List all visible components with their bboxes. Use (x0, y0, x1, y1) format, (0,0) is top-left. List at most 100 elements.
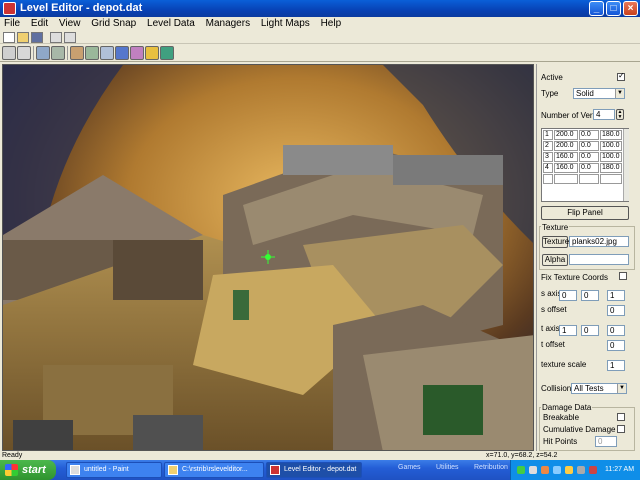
lightmap-tool-icon[interactable] (145, 46, 159, 60)
entity-tool-icon[interactable] (51, 46, 65, 60)
tray-icon[interactable] (517, 466, 525, 474)
hit-points-field[interactable]: 0 (595, 436, 617, 447)
cumulative-checkbox[interactable] (617, 425, 625, 433)
start-button[interactable]: start (0, 460, 56, 480)
close-button[interactable]: × (623, 1, 638, 16)
vert-x[interactable]: 160.0 (554, 152, 578, 162)
texture-field[interactable]: planks02.jpg (569, 236, 629, 247)
t-axis-x[interactable]: 1 (559, 325, 577, 336)
paint-tool-icon[interactable] (130, 46, 144, 60)
vert-x[interactable]: 200.0 (554, 141, 578, 151)
vert-x[interactable]: 160.0 (554, 163, 578, 173)
vert-y[interactable]: 0.0 (579, 141, 599, 151)
vert-x-empty[interactable] (554, 174, 578, 184)
collisions-select[interactable]: All Tests ▼ (571, 383, 627, 394)
menu-view[interactable]: View (55, 17, 85, 31)
task-folder[interactable]: C:\rstrib\rslevelditor... (164, 462, 264, 478)
num-verts-spinner[interactable]: ▲ ▼ (616, 109, 624, 120)
title-bar[interactable]: Level Editor - depot.dat _ □ × (0, 0, 640, 17)
cumulative-label: Cumulative Damage (543, 425, 616, 434)
fix-coords-checkbox[interactable] (619, 272, 627, 280)
menu-help[interactable]: Help (317, 17, 346, 31)
cut-icon[interactable] (50, 32, 62, 43)
num-verts-value: 4 (596, 110, 601, 119)
quicklaunch-retribution[interactable]: Retribution (474, 464, 508, 471)
vertex-tool-icon[interactable] (85, 46, 99, 60)
taskbar: start untitled - Paint C:\rstrib\rslevel… (0, 460, 640, 480)
window-title: Level Editor - depot.dat (20, 2, 143, 14)
vert-y-empty[interactable] (579, 174, 599, 184)
type-label: Type (541, 89, 559, 98)
vert-y[interactable]: 0.0 (579, 152, 599, 162)
active-checkbox[interactable] (617, 71, 625, 81)
panel-tool-icon[interactable] (100, 46, 114, 60)
texture-scale-label: texture scale (541, 360, 587, 369)
windows-flag-icon (5, 464, 18, 476)
tray-icon[interactable] (553, 466, 561, 474)
vert-z[interactable]: 100.0 (600, 141, 622, 151)
menu-file[interactable]: File (0, 17, 24, 31)
alpha-button[interactable]: Alpha (542, 254, 568, 266)
s-axis-z[interactable]: 1 (607, 290, 625, 301)
menu-level-data[interactable]: Level Data (143, 17, 199, 31)
volume-icon[interactable] (577, 466, 585, 474)
verts-grid: 1 200.0 0.0 180.0 2 200.0 0.0 100.0 3 16… (541, 128, 629, 202)
s-offset-field[interactable]: 0 (607, 305, 625, 316)
vert-z[interactable]: 180.0 (600, 163, 622, 173)
tray-icon[interactable] (541, 466, 549, 474)
t-axis-z[interactable]: 0 (607, 325, 625, 336)
grid-tool-icon[interactable] (36, 46, 50, 60)
tray-icon[interactable] (529, 466, 537, 474)
maximize-button[interactable]: □ (606, 1, 621, 16)
tray-icon[interactable] (589, 466, 597, 474)
verts-scrollbar[interactable] (623, 129, 629, 201)
pointer-tool-icon[interactable] (17, 46, 31, 60)
type-select-value: Solid (576, 89, 594, 98)
back-icon[interactable] (2, 46, 16, 60)
s-axis-y[interactable]: 0 (581, 290, 599, 301)
copy-icon[interactable] (64, 32, 76, 43)
menu-managers[interactable]: Managers (202, 17, 254, 31)
vert-y[interactable]: 0.0 (579, 130, 599, 140)
vert-y[interactable]: 0.0 (579, 163, 599, 173)
start-label: start (22, 464, 46, 476)
status-text: Ready (2, 452, 23, 459)
render-tool-icon[interactable] (160, 46, 174, 60)
t-axis-y[interactable]: 0 (581, 325, 599, 336)
quicklaunch-utilities[interactable]: Utilities (436, 464, 459, 471)
save-icon[interactable] (31, 32, 43, 43)
flip-panel-button[interactable]: Flip Panel (541, 206, 629, 220)
s-offset-label: s offset (541, 305, 567, 314)
task-level-editor[interactable]: Level Editor - depot.dat (266, 462, 362, 478)
new-file-icon[interactable] (3, 32, 15, 43)
t-offset-field[interactable]: 0 (607, 340, 625, 351)
toolbar-separator (67, 46, 68, 60)
3d-viewport[interactable] (2, 64, 534, 451)
menu-edit[interactable]: Edit (27, 17, 52, 31)
texture-tool-icon[interactable] (115, 46, 129, 60)
vert-x[interactable]: 200.0 (554, 130, 578, 140)
vert-z-empty[interactable] (600, 174, 622, 184)
num-verts-field[interactable]: 4 (593, 109, 615, 120)
breakable-checkbox[interactable] (617, 413, 625, 421)
t-offset-label: t offset (541, 340, 565, 349)
vert-z[interactable]: 100.0 (600, 152, 622, 162)
texture-group-label: Texture (541, 223, 570, 232)
menu-grid-snap[interactable]: Grid Snap (87, 17, 140, 31)
task-label: C:\rstrib\rslevelditor... (182, 466, 248, 473)
task-paint[interactable]: untitled - Paint (66, 462, 162, 478)
menu-light-maps[interactable]: Light Maps (257, 17, 314, 31)
alpha-field[interactable] (569, 254, 629, 265)
light-tool-icon[interactable] (70, 46, 84, 60)
vert-z[interactable]: 180.0 (600, 130, 622, 140)
texture-scale-field[interactable]: 1 (607, 360, 625, 371)
open-folder-icon[interactable] (17, 32, 29, 43)
vert-index: 2 (543, 141, 553, 151)
s-axis-x[interactable]: 0 (559, 290, 577, 301)
clock[interactable]: 11:27 AM (605, 460, 634, 480)
tray-icon[interactable] (565, 466, 573, 474)
texture-button[interactable]: Texture (542, 236, 569, 248)
type-select[interactable]: Solid ▼ (573, 88, 625, 99)
quicklaunch-games[interactable]: Games (398, 464, 421, 471)
minimize-button[interactable]: _ (589, 1, 604, 16)
